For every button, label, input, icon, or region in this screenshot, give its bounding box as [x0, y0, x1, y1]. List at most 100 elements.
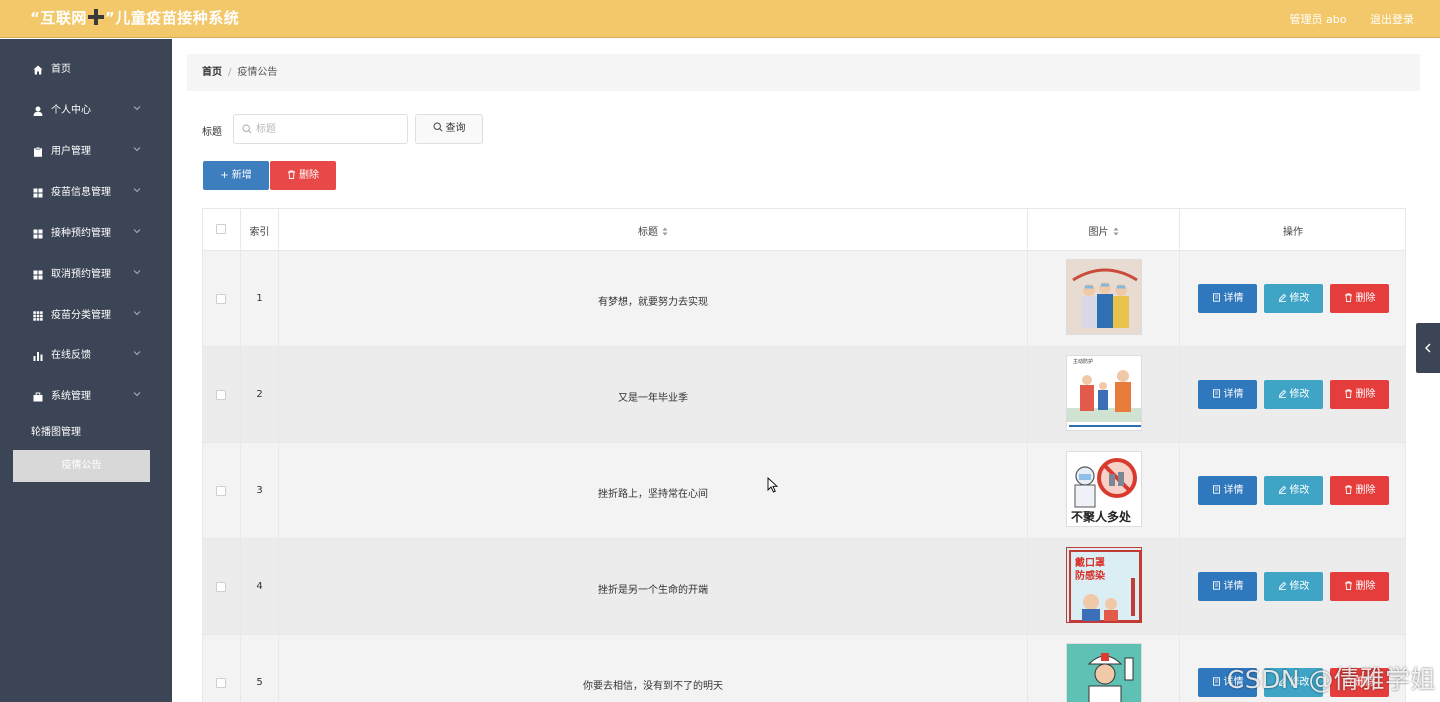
search-input[interactable] — [256, 121, 401, 138]
watermark: CSDN @倩雅学姐 — [1226, 665, 1436, 694]
select-all-checkbox[interactable] — [216, 224, 226, 234]
sidebar-item-appointment-management[interactable]: 接种预约管理 — [0, 219, 172, 249]
apps-icon — [33, 311, 43, 321]
thumbnail-caption: 主动防护 — [1073, 359, 1094, 365]
row-checkbox[interactable] — [216, 678, 226, 688]
notice-thumbnail[interactable]: 不聚人多处 — [1066, 451, 1142, 527]
detail-button-label: 详情 — [1223, 581, 1244, 592]
sidebar-subitem-epidemic-notice[interactable]: 疫情公告 — [13, 450, 150, 482]
header-image-label: 图片 — [1088, 227, 1109, 238]
table-row: 5 你要去相信，没有到不了的明天 详情 修改 删除 — [203, 635, 1405, 702]
row-checkbox[interactable] — [216, 390, 226, 400]
table-header: 索引 标题 图片 操作 — [203, 209, 1405, 251]
sidebar-item-personal-center[interactable]: 个人中心 — [0, 96, 172, 126]
edit-icon — [1278, 573, 1287, 590]
side-panel-toggle[interactable] — [1416, 323, 1440, 373]
detail-button[interactable]: 详情 — [1198, 284, 1257, 313]
logout-link[interactable]: 退出登录 — [1370, 13, 1414, 26]
delete-button-label: 删除 — [1355, 581, 1376, 592]
table-row: 4 挫折是另一个生命的开端 戴口罩 防感染 详情 修改 删除 — [203, 539, 1405, 635]
search-input-wrapper[interactable] — [233, 114, 408, 144]
row-title-cell: 有梦想，就要努力去实现 — [279, 251, 1028, 346]
delete-button-label: 删除 — [1355, 485, 1376, 496]
document-icon — [1212, 285, 1221, 302]
app-title-part2: ”儿童疫苗接种系统 — [104, 9, 240, 27]
edit-button-label: 修改 — [1289, 293, 1310, 304]
suitcase-icon — [33, 392, 43, 402]
header-title-label: 标题 — [638, 227, 658, 238]
detail-button[interactable]: 详情 — [1198, 572, 1257, 601]
edit-button[interactable]: 修改 — [1264, 284, 1323, 313]
chevron-down-icon — [133, 349, 141, 357]
edit-icon — [1278, 285, 1287, 302]
sidebar-item-system-management[interactable]: 系统管理 — [0, 382, 172, 412]
document-icon — [1212, 381, 1221, 398]
sidebar-item-label: 取消预约管理 — [51, 269, 111, 280]
notice-thumbnail[interactable]: 主动防护 — [1066, 355, 1142, 431]
query-button[interactable]: 查询 — [415, 114, 483, 144]
batch-delete-label: 删除 — [299, 170, 319, 181]
sidebar-item-online-feedback[interactable]: 在线反馈 — [0, 341, 172, 371]
home-icon — [33, 65, 43, 75]
add-button[interactable]: + 新增 — [203, 161, 269, 190]
detail-button[interactable]: 详情 — [1198, 380, 1257, 409]
edit-icon — [1278, 381, 1287, 398]
row-actions-cell: 详情 修改 删除 — [1180, 539, 1406, 634]
sidebar-item-vaccine-category[interactable]: 疫苗分类管理 — [0, 301, 172, 331]
edit-button[interactable]: 修改 — [1264, 476, 1323, 505]
add-button-label: 新增 — [231, 170, 252, 181]
breadcrumb-home[interactable]: 首页 — [202, 67, 222, 78]
sidebar-item-vaccine-info[interactable]: 疫苗信息管理 — [0, 178, 172, 208]
row-title-cell: 挫折是另一个生命的开端 — [279, 539, 1028, 634]
notice-thumbnail[interactable] — [1066, 259, 1142, 335]
chevron-up-icon — [133, 390, 141, 398]
header-checkbox-cell — [203, 209, 241, 250]
row-checkbox[interactable] — [216, 582, 226, 592]
row-title-cell: 又是一年毕业季 — [279, 347, 1028, 442]
row-index-cell: 1 — [241, 251, 279, 346]
row-index: 1 — [256, 293, 263, 304]
header-actions-cell: 操作 — [1180, 209, 1406, 250]
row-image-cell — [1028, 635, 1180, 702]
sort-icon — [662, 227, 668, 236]
trash-icon — [1344, 381, 1353, 398]
delete-button[interactable]: 删除 — [1330, 572, 1389, 601]
delete-button[interactable]: 删除 — [1330, 476, 1389, 505]
user-icon — [33, 106, 43, 116]
admin-username: 管理员 abo — [1289, 13, 1347, 26]
document-icon — [1212, 669, 1221, 686]
row-title: 挫折是另一个生命的开端 — [598, 585, 708, 596]
breadcrumb: 首页 / 疫情公告 — [187, 54, 1420, 91]
sidebar-item-user-management[interactable]: 用户管理 — [0, 137, 172, 167]
sidebar-item-home[interactable]: 首页 — [0, 55, 172, 85]
document-icon — [1212, 573, 1221, 590]
table-row: 2 又是一年毕业季 主动防护 详情 修改 删除 — [203, 347, 1405, 443]
sidebar-item-label: 疫苗信息管理 — [51, 187, 111, 198]
edit-button[interactable]: 修改 — [1264, 380, 1323, 409]
batch-delete-button[interactable]: 删除 — [270, 161, 336, 190]
chevron-down-icon — [133, 145, 141, 153]
sidebar-subitem-carousel[interactable]: 轮播图管理 — [0, 417, 137, 449]
header-image-cell[interactable]: 图片 — [1028, 209, 1180, 250]
header-title-cell[interactable]: 标题 — [279, 209, 1028, 250]
row-image-cell — [1028, 251, 1180, 346]
notice-thumbnail[interactable]: 戴口罩 防感染 — [1066, 547, 1142, 623]
detail-button-label: 详情 — [1223, 293, 1244, 304]
detail-button[interactable]: 详情 — [1198, 476, 1257, 505]
row-checkbox[interactable] — [216, 294, 226, 304]
row-checkbox-cell — [203, 539, 241, 634]
edit-button[interactable]: 修改 — [1264, 572, 1323, 601]
row-image-cell: 主动防护 — [1028, 347, 1180, 442]
detail-button-label: 详情 — [1223, 389, 1244, 400]
sidebar-item-label: 个人中心 — [51, 105, 91, 116]
header-index-cell: 索引 — [241, 209, 279, 250]
row-checkbox[interactable] — [216, 486, 226, 496]
delete-button[interactable]: 删除 — [1330, 284, 1389, 313]
header-image: 图片 — [1028, 223, 1179, 238]
delete-button[interactable]: 删除 — [1330, 380, 1389, 409]
sidebar-item-cancel-appointment[interactable]: 取消预约管理 — [0, 260, 172, 290]
sidebar-item-label: 首页 — [51, 64, 71, 75]
notice-thumbnail[interactable] — [1066, 643, 1142, 702]
edit-button-label: 修改 — [1289, 389, 1310, 400]
grid-icon — [33, 229, 43, 239]
